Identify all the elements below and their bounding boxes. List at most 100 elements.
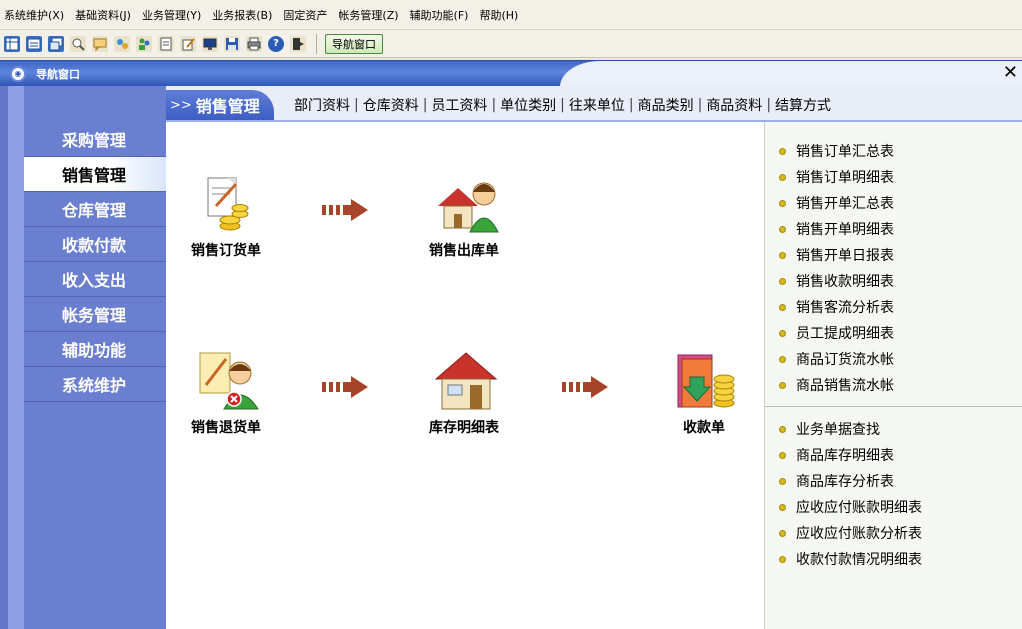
menu-business[interactable]: 业务管理(Y) — [142, 7, 201, 23]
quick-links: 部门资料 | 仓库资料 | 员工资料 | 单位类别 | 往来单位 | 商品类别 … — [294, 95, 831, 115]
bullet-icon — [779, 303, 786, 311]
users-icon[interactable] — [136, 35, 152, 52]
node-sales-outbound[interactable]: 销售出库单 — [404, 174, 524, 260]
edit-icon[interactable] — [180, 35, 196, 52]
section-tab: >> 销售管理 — [166, 90, 274, 120]
print-preview-icon[interactable] — [158, 35, 174, 52]
report-panel: 销售订单汇总表 销售订单明细表 销售开单汇总表 销售开单明细表 销售开单日报表 … — [764, 122, 1022, 629]
report-item[interactable]: 销售开单汇总表 — [765, 190, 1022, 216]
report-item[interactable]: 商品库存明细表 — [765, 442, 1022, 468]
link-unit-categories[interactable]: 单位类别 — [500, 95, 556, 115]
close-icon[interactable]: ✕ — [1003, 63, 1018, 83]
sidebar-item-payments[interactable]: 收款付款 — [24, 227, 166, 262]
link-separator: | — [560, 97, 565, 113]
bullet-icon — [779, 425, 786, 433]
report-item[interactable]: 商品订货流水帐 — [765, 346, 1022, 372]
bullet-icon — [779, 173, 786, 181]
link-separator: | — [354, 97, 359, 113]
save-icon[interactable] — [224, 35, 240, 52]
report-list-general: 业务单据查找 商品库存明细表 商品库存分析表 应收应付账款明细表 应收应付账款分… — [765, 416, 1022, 572]
link-separator: | — [766, 97, 772, 113]
bullet-icon — [779, 381, 786, 389]
sales-order-icon — [196, 174, 256, 234]
menu-auxiliary[interactable]: 辅助功能(F) — [410, 7, 469, 23]
section-title: 销售管理 — [195, 97, 260, 116]
sidebar-item-income-expense[interactable]: 收入支出 — [24, 262, 166, 297]
bullet-icon — [779, 355, 786, 363]
report-label: 销售收款明细表 — [796, 274, 894, 290]
link-products[interactable]: 商品资料 — [706, 95, 762, 115]
node-label: 库存明细表 — [429, 420, 499, 436]
node-label: 收款单 — [683, 420, 725, 436]
link-employees[interactable]: 员工资料 — [431, 95, 487, 115]
link-partners[interactable]: 往来单位 — [569, 95, 625, 115]
tools-icon[interactable] — [114, 35, 130, 52]
menu-basic-data[interactable]: 基础资料(J) — [75, 7, 131, 23]
node-label: 销售出库单 — [429, 243, 499, 259]
node-sales-return[interactable]: 销售退货单 — [166, 351, 286, 437]
help-icon[interactable]: ? — [268, 35, 284, 52]
sidebar-item-auxiliary[interactable]: 辅助功能 — [24, 332, 166, 367]
bullet-icon — [779, 251, 786, 259]
link-warehouses[interactable]: 仓库资料 — [363, 95, 419, 115]
report-item[interactable]: 应收应付账款分析表 — [765, 520, 1022, 546]
node-sales-order[interactable]: 销售订货单 — [166, 174, 286, 260]
menu-help[interactable]: 帮助(H) — [479, 7, 518, 23]
monitor-icon[interactable] — [202, 35, 218, 52]
report-item[interactable]: 销售客流分析表 — [765, 294, 1022, 320]
report-item[interactable]: 销售订单汇总表 — [765, 138, 1022, 164]
nav-window-button[interactable]: 导航窗口 — [325, 33, 383, 54]
link-departments[interactable]: 部门资料 — [294, 95, 350, 115]
report-item[interactable]: 销售收款明细表 — [765, 268, 1022, 294]
bullet-icon — [779, 529, 786, 537]
report-list-sales: 销售订单汇总表 销售订单明细表 销售开单汇总表 销售开单明细表 销售开单日报表 … — [765, 138, 1022, 398]
report-divider — [765, 406, 1022, 407]
sidebar-item-system[interactable]: 系统维护 — [24, 367, 166, 402]
node-receipt[interactable]: 收款单 — [644, 351, 764, 437]
sidebar-item-purchase[interactable]: 采购管理 — [24, 122, 166, 157]
arrow-right-icon — [322, 199, 368, 221]
report-label: 销售开单日报表 — [796, 248, 894, 264]
report-item[interactable]: 销售订单明细表 — [765, 164, 1022, 190]
grid-icon[interactable] — [4, 35, 20, 52]
toolbar-separator — [316, 33, 317, 54]
message-icon[interactable] — [92, 35, 108, 52]
sales-outbound-icon — [434, 174, 499, 234]
left-edge — [0, 86, 8, 629]
window-title: 导航窗口 — [36, 67, 80, 81]
form-icon[interactable] — [26, 35, 42, 52]
sidebar-header — [24, 86, 166, 122]
report-label: 商品库存分析表 — [796, 474, 894, 490]
title-bar-curve — [560, 61, 1022, 87]
search-icon[interactable] — [70, 35, 86, 52]
sidebar-item-sales[interactable]: 销售管理 — [24, 157, 166, 192]
bullet-icon — [779, 329, 786, 337]
report-item[interactable]: 销售开单明细表 — [765, 216, 1022, 242]
window-icon[interactable] — [48, 35, 64, 52]
report-item[interactable]: 销售开单日报表 — [765, 242, 1022, 268]
report-item[interactable]: 业务单据查找 — [765, 416, 1022, 442]
report-label: 商品库存明细表 — [796, 448, 894, 464]
report-item[interactable]: 商品销售流水帐 — [765, 372, 1022, 398]
printer-icon[interactable] — [246, 35, 262, 52]
report-item[interactable]: 应收应付账款明细表 — [765, 494, 1022, 520]
menu-reports[interactable]: 业务报表(B) — [212, 7, 272, 23]
report-item[interactable]: 商品库存分析表 — [765, 468, 1022, 494]
menu-system[interactable]: 系统维护(X) — [4, 7, 64, 23]
link-product-categories[interactable]: 商品类别 — [638, 95, 694, 115]
exit-icon[interactable] — [290, 35, 306, 52]
report-label: 应收应付账款明细表 — [796, 500, 922, 516]
sidebar-item-warehouse[interactable]: 仓库管理 — [24, 192, 166, 227]
node-label: 销售退货单 — [191, 420, 261, 436]
link-settlement-methods[interactable]: 结算方式 — [775, 95, 831, 115]
sidebar-item-accounting[interactable]: 帐务管理 — [24, 297, 166, 332]
menu-fixed-assets[interactable]: 固定资产 — [283, 7, 327, 23]
menu-accounting[interactable]: 帐务管理(Z) — [338, 7, 398, 23]
sales-return-icon — [196, 351, 259, 411]
report-item[interactable]: 员工提成明细表 — [765, 320, 1022, 346]
window-app-icon: ◉ — [10, 65, 26, 82]
node-inventory-detail[interactable]: 库存明细表 — [404, 351, 524, 437]
report-label: 员工提成明细表 — [796, 326, 894, 342]
node-label: 销售订货单 — [191, 243, 261, 259]
report-item[interactable]: 收款付款情况明细表 — [765, 546, 1022, 572]
